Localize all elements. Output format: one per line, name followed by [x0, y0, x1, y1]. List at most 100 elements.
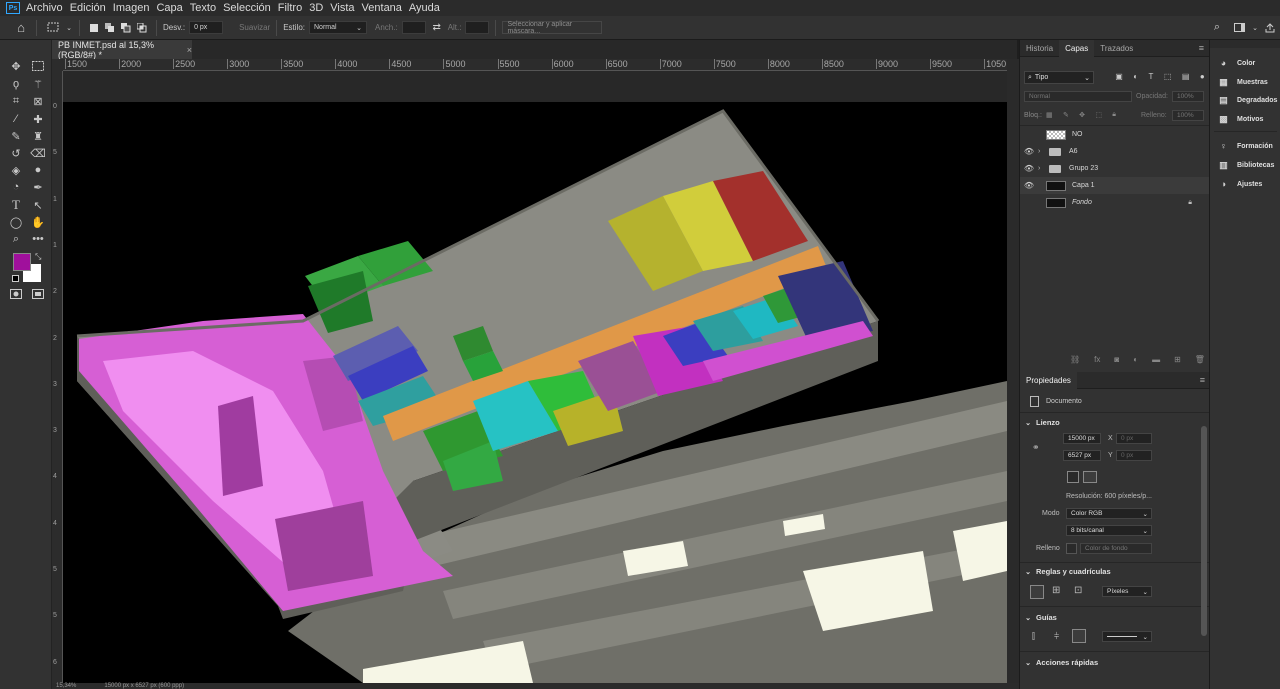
- layer-row[interactable]: Fondo 🔒︎: [1020, 194, 1210, 211]
- antialias-checkbox[interactable]: Suavizar: [239, 23, 270, 32]
- properties-scrollbar[interactable]: [1201, 426, 1207, 636]
- menu-filtro[interactable]: Filtro: [278, 2, 302, 14]
- workspace-icon[interactable]: [1228, 23, 1250, 32]
- adjustment-filter-icon[interactable]: ◐: [1133, 72, 1138, 84]
- guides-section[interactable]: ⌄ Guías: [1020, 613, 1210, 622]
- layer-row-selected[interactable]: 👁︎ Capa 1: [1020, 177, 1210, 194]
- type-filter-icon[interactable]: T: [1149, 72, 1154, 84]
- intersect-selection-icon[interactable]: [134, 22, 150, 33]
- fx-icon[interactable]: fx: [1094, 355, 1100, 364]
- history-brush-tool-icon[interactable]: ↺: [7, 145, 25, 161]
- link-layers-icon[interactable]: ⛓︎: [1070, 355, 1080, 364]
- menu-ventana[interactable]: Ventana: [362, 2, 402, 14]
- menu-archivo[interactable]: Archivo: [26, 2, 63, 14]
- screen-mode-icon[interactable]: [29, 286, 47, 302]
- tab-propiedades[interactable]: Propiedades: [1020, 371, 1077, 389]
- blend-mode-select[interactable]: Normal: [1024, 91, 1132, 102]
- rulers-grids-section[interactable]: ⌄ Reglas y cuadrículas: [1020, 567, 1210, 576]
- link-icon[interactable]: ⚭: [1032, 442, 1040, 453]
- guides-icon[interactable]: ⫿: [1032, 631, 1035, 642]
- chevron-right-icon[interactable]: ›: [1038, 165, 1046, 172]
- vertical-scrollbar[interactable]: [1007, 59, 1019, 683]
- eye-icon[interactable]: 👁︎: [1020, 181, 1038, 190]
- select-and-mask-button[interactable]: Seleccionar y aplicar máscara...: [502, 21, 603, 35]
- home-icon[interactable]: ⌂: [12, 20, 30, 35]
- vertical-ruler[interactable]: 0 5 1 1 2 2 3 3 4 4 5 5 6: [52, 71, 63, 683]
- fill-select[interactable]: Color de fondo: [1080, 543, 1152, 554]
- lasso-tool-icon[interactable]: ϙ: [7, 76, 25, 92]
- pixel-filter-icon[interactable]: ▣: [1115, 72, 1123, 84]
- tab-capas[interactable]: Capas: [1059, 39, 1095, 57]
- new-group-icon[interactable]: ▬: [1152, 355, 1160, 364]
- crop-tool-icon[interactable]: ⌗: [7, 93, 25, 109]
- subtract-selection-icon[interactable]: [118, 22, 134, 33]
- pixel-grid-icon[interactable]: ⊡: [1074, 585, 1082, 596]
- type-tool-icon[interactable]: T: [7, 197, 25, 213]
- fill-input[interactable]: 100%: [1172, 110, 1204, 121]
- swap-icon[interactable]: ⇄: [426, 22, 448, 33]
- share-icon[interactable]: [1260, 22, 1280, 33]
- canvas-height-input[interactable]: 6527 px: [1063, 450, 1101, 461]
- quick-actions-section[interactable]: ⌄ Acciones rápidas: [1020, 658, 1210, 667]
- ruler-toggle-icon[interactable]: [1030, 585, 1044, 599]
- shape-filter-icon[interactable]: ⬚: [1164, 72, 1172, 84]
- chevron-down-icon[interactable]: ⌄: [1250, 24, 1260, 32]
- bit-depth-select[interactable]: 8 bits/canal ⌄: [1066, 525, 1152, 536]
- ruler-units-select[interactable]: Píxeles ⌄: [1102, 586, 1152, 597]
- layer-row[interactable]: 👁︎ › Grupo 23: [1020, 160, 1210, 177]
- guide-layout-icon[interactable]: [1072, 629, 1086, 643]
- panel-menu-icon[interactable]: ≡: [1199, 43, 1204, 53]
- width-input[interactable]: [401, 21, 426, 34]
- height-input[interactable]: [465, 21, 490, 34]
- new-selection-icon[interactable]: [86, 23, 102, 33]
- adjustment-layer-icon[interactable]: ◐: [1133, 355, 1138, 364]
- tab-historia[interactable]: Historia: [1020, 40, 1059, 57]
- ellipse-tool-icon[interactable]: ◯: [7, 214, 25, 230]
- healing-brush-tool-icon[interactable]: ✚: [29, 111, 47, 127]
- lock-position-icon[interactable]: ✥: [1079, 111, 1085, 119]
- libraries-panel-button[interactable]: ▥ Bibliotecas: [1218, 160, 1274, 171]
- more-tools-icon[interactable]: •••: [29, 231, 47, 247]
- path-selection-tool-icon[interactable]: ↖: [29, 197, 47, 213]
- close-icon[interactable]: ×: [187, 45, 192, 55]
- eye-icon[interactable]: 👁︎: [1020, 147, 1038, 156]
- search-icon[interactable]: ⌕: [1206, 21, 1228, 34]
- clone-stamp-tool-icon[interactable]: ♜: [29, 128, 47, 144]
- document-info[interactable]: 15000 px x 6527 px (600 ppp): [104, 683, 184, 689]
- blur-tool-icon[interactable]: ●: [29, 162, 47, 178]
- menu-ayuda[interactable]: Ayuda: [409, 2, 440, 14]
- add-selection-icon[interactable]: [102, 22, 118, 33]
- filter-toggle-icon[interactable]: ●: [1200, 72, 1205, 84]
- patterns-panel-button[interactable]: ▩ Motivos: [1218, 114, 1263, 125]
- hand-tool-icon[interactable]: ✋: [29, 214, 47, 230]
- adjustments-panel-button[interactable]: ◑ Ajustes: [1218, 179, 1263, 189]
- new-layer-icon[interactable]: ⊞: [1174, 355, 1181, 364]
- eye-icon[interactable]: 👁︎: [1020, 164, 1038, 173]
- color-mode-select[interactable]: Color RGB ⌄: [1066, 508, 1152, 519]
- move-tool-icon[interactable]: ✥: [7, 58, 25, 74]
- style-select[interactable]: Normal ⌄: [309, 21, 367, 34]
- canvas-section[interactable]: ⌄ Lienzo: [1020, 418, 1210, 427]
- portrait-orientation-icon[interactable]: [1067, 471, 1079, 483]
- horizontal-ruler[interactable]: 1500 2000 2500 3000 3500 4000 4500 5000 5500 6000…: [63, 59, 1007, 71]
- feather-input[interactable]: 0 px: [189, 21, 224, 34]
- canvas-y-input[interactable]: 0 px: [1116, 450, 1152, 461]
- lock-transparency-icon[interactable]: ▦: [1046, 111, 1053, 119]
- tab-trazados[interactable]: Trazados: [1094, 40, 1139, 57]
- menu-imagen[interactable]: Imagen: [113, 2, 150, 14]
- menu-3d[interactable]: 3D: [309, 2, 323, 14]
- lock-all-icon[interactable]: 🔒︎: [1112, 111, 1116, 119]
- photoshop-logo-icon[interactable]: Ps: [6, 2, 20, 14]
- marquee-preset-icon[interactable]: [43, 22, 65, 33]
- lock-pixels-icon[interactable]: ✎: [1063, 111, 1069, 119]
- lock-artboard-icon[interactable]: ⬚: [1095, 111, 1102, 119]
- guide-style-select[interactable]: ⌄: [1102, 631, 1152, 642]
- menu-seleccion[interactable]: Selección: [223, 2, 271, 14]
- menu-edicion[interactable]: Edición: [70, 2, 106, 14]
- layer-row[interactable]: 👁︎ › A6: [1020, 143, 1210, 160]
- menu-texto[interactable]: Texto: [190, 2, 216, 14]
- layer-row[interactable]: NO: [1020, 126, 1210, 143]
- panel-menu-icon[interactable]: ≡: [1200, 375, 1205, 385]
- add-mask-icon[interactable]: ◙: [1114, 355, 1119, 364]
- quick-mask-icon[interactable]: [7, 286, 25, 302]
